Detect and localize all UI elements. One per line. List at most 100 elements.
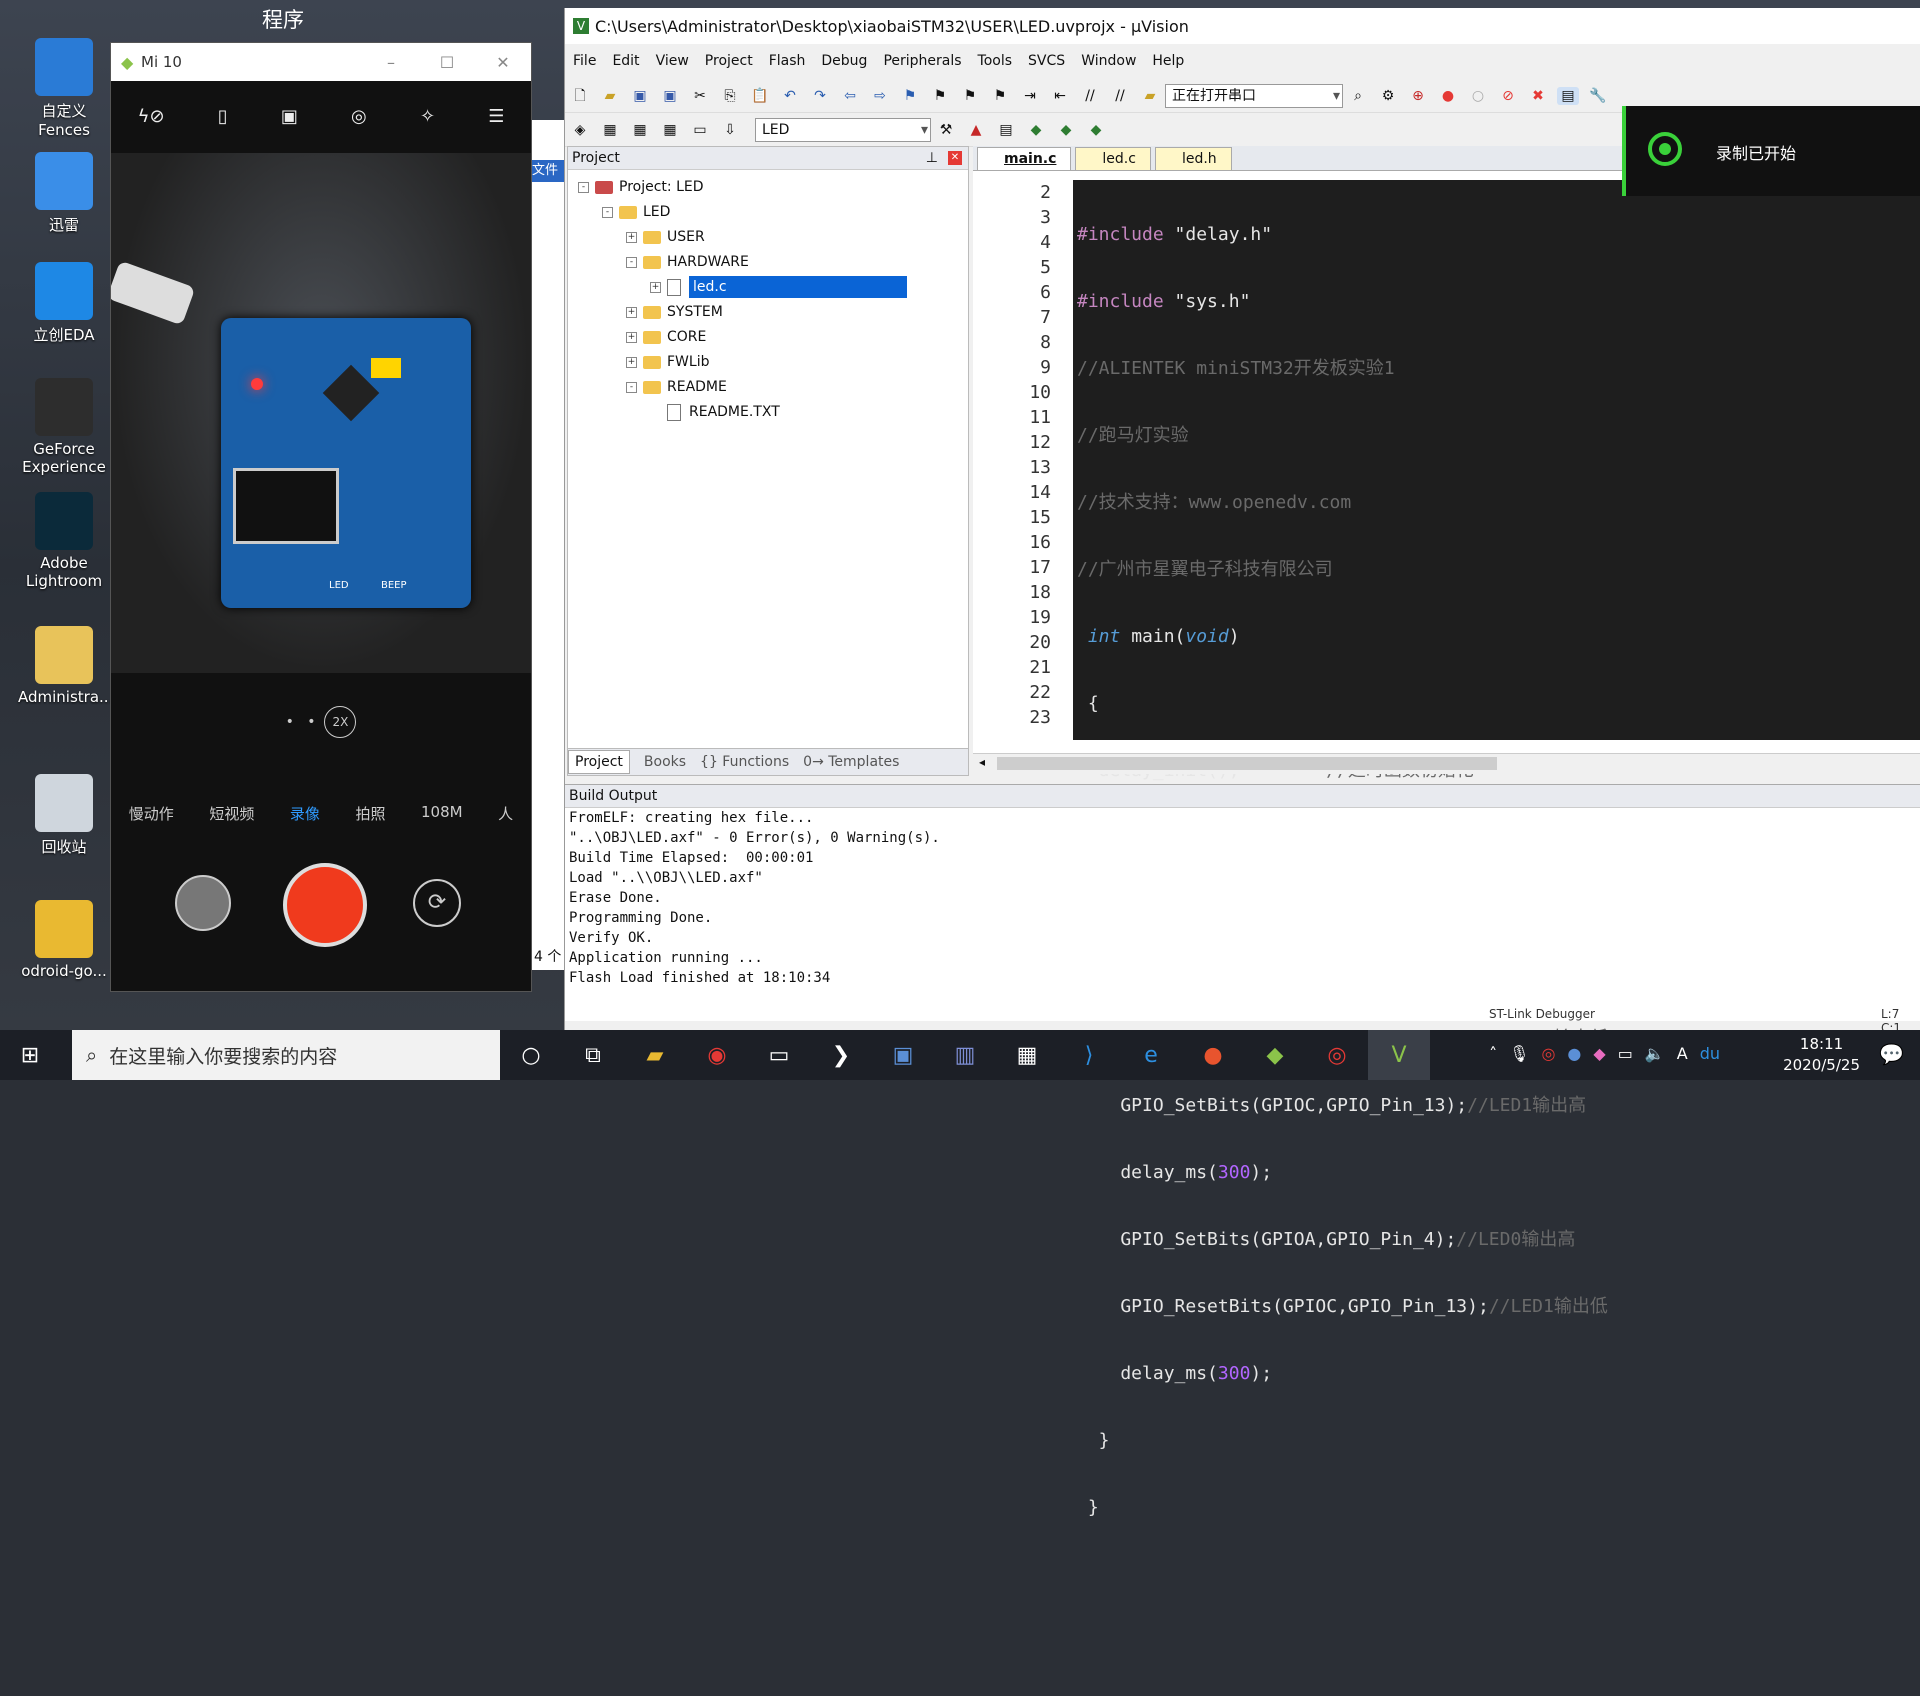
horizontal-scrollbar[interactable]: ◂ [973,753,1920,774]
zoom-icon[interactable]: ⊕ [1407,87,1429,105]
bookmark-clear-icon[interactable]: ⚑ [989,87,1011,105]
build-output-log[interactable]: FromELF: creating hex file... "..\OBJ\LED… [565,808,1920,988]
nav-back-icon[interactable]: ⇦ [839,87,861,105]
tree-item[interactable]: + USER [626,226,705,248]
code-area[interactable]: 2 3 4 5 6 7 8 9 10 11 12 13 14 15 16 17 18 19 20 21 22 23 #in… [973,180,1920,1518]
panel-tab-1[interactable]: Books [644,754,686,770]
redo-icon[interactable]: ↷ [809,87,831,105]
resolution-icon[interactable]: ▣ [281,106,298,127]
tree-item[interactable]: README.TXT [650,401,780,423]
copy-icon[interactable]: ⎘ [719,87,741,105]
find-in-files-icon[interactable]: ▰ [1139,87,1161,105]
expand-icon[interactable]: + [626,356,637,368]
panel-tab-0[interactable]: Project [568,750,630,774]
close-panel-icon[interactable]: ✕ [948,151,962,165]
file-explorer-icon[interactable]: ▰ [624,1030,686,1080]
panel-tab-3[interactable]: 0→ Templates [803,754,899,770]
tree-item[interactable]: + FWLib [626,351,709,373]
tree-item[interactable]: - HARDWARE [626,251,749,273]
switch-camera-icon[interactable]: ⟳ [413,879,461,927]
chevron-down-icon[interactable]: ▾ [921,119,928,141]
winrar-icon[interactable]: ▥ [934,1030,996,1080]
menu-item-view[interactable]: View [656,53,689,69]
camera-mode-1[interactable]: 短视频 [209,803,254,824]
maximize-button[interactable]: ☐ [419,53,475,72]
camera-mode-2[interactable]: 录像 [290,803,320,824]
undo-icon[interactable]: ↶ [779,87,801,105]
menu-item-tools[interactable]: Tools [978,53,1013,69]
vscode-icon[interactable]: ⟩ [1058,1030,1120,1080]
aspect-icon[interactable]: ▯ [218,106,228,127]
ime-indicator[interactable]: A [1677,1044,1688,1063]
paste-icon[interactable]: 📋 [749,87,771,105]
tree-item[interactable]: + led.c [650,276,907,298]
breakpoint-icon[interactable]: ● [1437,87,1459,105]
tree-item[interactable]: + CORE [626,326,706,348]
netease-tray-icon[interactable]: ◎ [1541,1044,1555,1063]
windows-start-icon[interactable]: ⊞ [0,1030,60,1080]
scroll-left-icon[interactable]: ◂ [979,755,985,769]
filter-icon[interactable]: ✧ [420,106,435,127]
tray-chevron-up-icon[interactable]: ˄ [1489,1044,1497,1063]
indent-icon[interactable]: ⇥ [1019,87,1041,105]
window-layout-icon[interactable]: ▤ [1557,87,1579,105]
new-file-icon[interactable]: 🗋 [569,87,591,105]
bookmark-prev-icon[interactable]: ⚑ [929,87,951,105]
menu-item-edit[interactable]: Edit [612,53,639,69]
minimize-button[interactable]: – [363,53,419,72]
tree-item[interactable]: - Project: LED [578,176,704,198]
tree-item[interactable]: - README [626,376,727,398]
menu-item-project[interactable]: Project [705,53,753,69]
sw-packs-icon[interactable]: ◆ [1085,121,1107,139]
collapse-icon[interactable]: - [602,206,613,218]
flash-icon[interactable]: ϟ⊘ [138,106,165,127]
save-all-icon[interactable]: ▣ [659,87,681,105]
desktop-icon[interactable]: 回收站 [18,774,110,857]
translate-icon[interactable]: ◈ [569,121,591,139]
notification-icon[interactable]: 💬 [1879,1042,1904,1066]
cloud-tray-icon[interactable]: ● [1567,1044,1581,1063]
volume-icon[interactable]: 🔈 [1645,1044,1665,1063]
phone-mirror-window[interactable]: ◆ Mi 10 – ☐ ✕ ϟ⊘ ▯ ▣ ◎ ✧ ☰ LED BEEP • • … [110,42,532,992]
stop-build-icon[interactable]: ▭ [689,121,711,139]
record-button[interactable] [283,863,367,947]
taskbar-search-box[interactable]: ⌕ 在这里输入你要搜索的内容 [72,1030,500,1080]
camera-mode-4[interactable]: 108M [421,803,463,824]
editor-tab-led-h[interactable]: led.h [1154,147,1232,170]
explorer-window-strip[interactable]: 文件 4 个 [532,120,565,970]
expand-icon[interactable]: + [626,231,637,243]
configure-icon[interactable]: 🔧 [1587,87,1609,105]
bookmark-icon[interactable]: ⚑ [899,87,921,105]
breakpoint-disable-all-icon[interactable]: ⊘ [1497,87,1519,105]
breakpoint-disable-icon[interactable]: ○ [1467,87,1489,105]
expand-icon[interactable]: + [650,281,661,293]
phone-titlebar[interactable]: ◆ Mi 10 – ☐ ✕ [111,43,531,81]
target-select[interactable]: LED ▾ [755,118,931,142]
android-icon[interactable]: ◆ [1244,1030,1306,1080]
task-view-icon[interactable]: ⧉ [562,1030,624,1080]
open-file-icon[interactable]: ▰ [599,87,621,105]
manage-project-icon[interactable]: ▲ [965,121,987,139]
tree-item[interactable]: - LED [602,201,670,223]
terminal-icon[interactable]: ▭ [748,1030,810,1080]
scroll-thumb[interactable] [997,757,1497,770]
comment-icon[interactable]: // [1079,87,1101,105]
menu-item-flash[interactable]: Flash [769,53,806,69]
tomato-app-icon[interactable]: ● [1182,1030,1244,1080]
menu-icon[interactable]: ☰ [488,106,504,127]
gallery-thumbnail[interactable] [175,875,231,931]
expand-icon[interactable]: + [626,306,637,318]
desktop-icon[interactable]: 立创EDA [18,262,110,345]
target-options-icon[interactable]: ⚒ [935,121,957,139]
collapse-icon[interactable]: - [626,256,637,268]
desktop-icon[interactable]: GeForce Experience [18,378,110,476]
unindent-icon[interactable]: ⇤ [1049,87,1071,105]
download-icon[interactable]: ⇩ [719,121,741,139]
select-packs-icon[interactable]: ▤ [995,121,1017,139]
rebuild-icon[interactable]: ▦ [629,121,651,139]
menu-item-window[interactable]: Window [1081,53,1136,69]
desktop-icon[interactable]: Administra... [18,626,113,706]
manage-rte-icon[interactable]: ◆ [1025,121,1047,139]
camera-viewfinder[interactable]: LED BEEP [111,153,531,673]
debug-settings-icon[interactable]: ⚙ [1377,87,1399,105]
